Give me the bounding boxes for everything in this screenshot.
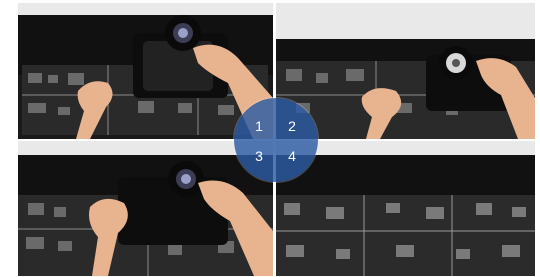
step-photo-grid: 1 2 3 4 — [0, 0, 540, 277]
step-1-scene — [18, 3, 273, 139]
step-number-2: 2 — [288, 118, 296, 134]
step-4-scene — [276, 141, 535, 276]
step-number-badge: 1 2 3 4 — [234, 98, 318, 182]
step-4-photo — [276, 141, 535, 276]
step-2-scene — [276, 3, 535, 139]
step-number-3: 3 — [255, 148, 263, 164]
step-1-photo — [18, 3, 273, 139]
step-number-4: 4 — [288, 148, 296, 164]
step-3-photo — [18, 141, 273, 276]
step-2-photo — [276, 3, 535, 139]
step-number-1: 1 — [255, 118, 263, 134]
step-3-scene — [18, 141, 273, 276]
